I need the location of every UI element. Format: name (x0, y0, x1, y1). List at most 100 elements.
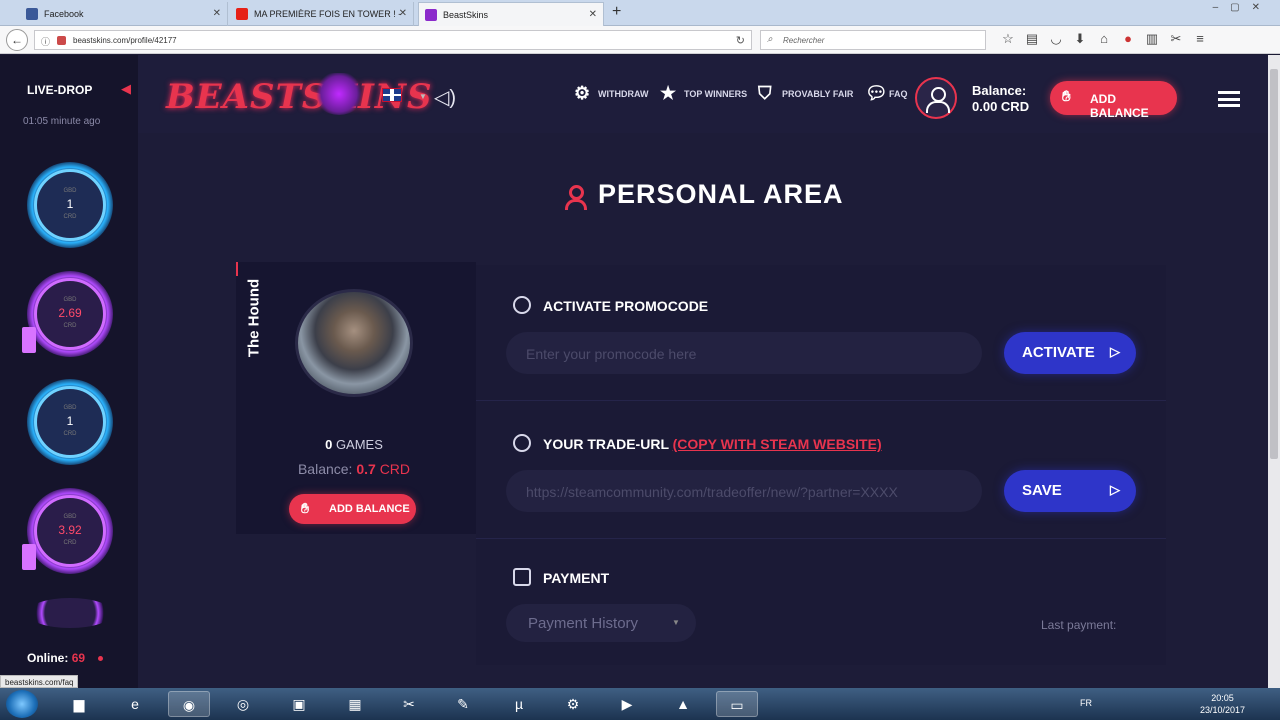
user-icon (564, 185, 587, 210)
balance-value: 0.00 CRD (972, 99, 1030, 114)
download-icon[interactable]: ⬇ (1068, 31, 1092, 47)
copy-steam-link[interactable]: (COPY WITH STEAM WEBSITE) (673, 436, 882, 452)
page-title: PERSONAL AREA (598, 179, 844, 209)
utorrent-icon[interactable]: µ (498, 691, 540, 717)
drop-item[interactable]: GBD 3.92 CRD (27, 488, 113, 574)
menu-top-winners[interactable]: ★ TOP WINNERS (660, 83, 747, 103)
gear-icon: ⚙ (574, 83, 591, 103)
beast-mask-icon (314, 73, 364, 115)
balance-label: Balance: (297, 461, 353, 477)
system-tray: FR (1080, 698, 1092, 708)
collapse-arrow-icon[interactable]: ◀ (121, 81, 131, 97)
online-count: 69 (71, 651, 86, 665)
start-button[interactable] (6, 690, 38, 718)
hamburger-menu-icon[interactable] (1218, 91, 1240, 107)
explorer-icon[interactable]: ▆ (58, 691, 100, 717)
menu-label: PROVABLY FAIR (782, 89, 854, 99)
toolbar-icons: ☆ ▤ ◡ ⬇ ⌂ ● ▥ ✂ ≡ (996, 31, 1212, 47)
profile-balance: Balance: 0.7 CRD (236, 461, 472, 477)
profile-add-balance-button[interactable]: ✋︎ ADD BALANCE (289, 494, 416, 524)
home-icon[interactable]: ⌂ (1092, 31, 1116, 46)
drop-item[interactable]: GBD 1 CRD (27, 162, 113, 248)
back-button[interactable]: ← (6, 29, 28, 51)
window-controls[interactable]: –▢✕ (1213, 2, 1272, 13)
address-bar[interactable]: ⓘ beastskins.com/profile/42177 ↻ (34, 30, 752, 50)
ie-icon[interactable]: e (114, 691, 156, 717)
tab-youtube[interactable]: MA PREMIÈRE FOIS EN TOWER ! - ✕ (230, 2, 414, 26)
tab-beastskins[interactable]: BeastSkins ✕ (418, 2, 604, 26)
snipping-icon[interactable]: ✂ (388, 691, 430, 717)
new-tab-button[interactable]: + (612, 3, 621, 21)
status-bar-url: beastskins.com/faq (0, 675, 79, 688)
menu-label: WITHDRAW (598, 89, 649, 99)
close-tab-icon[interactable]: ✕ (589, 9, 597, 20)
menu-faq[interactable]: 💬︎ FAQ (865, 83, 908, 103)
menu-withdraw[interactable]: ⚙ WITHDRAW (574, 83, 649, 103)
user-avatar-button[interactable] (915, 77, 957, 119)
activate-button[interactable]: ACTIVATE ▷ (1004, 332, 1136, 374)
close-tab-icon[interactable]: ✕ (213, 8, 221, 19)
paint-icon[interactable]: ✎ (442, 691, 484, 717)
uk-flag-icon[interactable] (382, 88, 402, 102)
profile-name: The Hound (242, 268, 266, 368)
chrome-icon[interactable]: ◎ (222, 691, 264, 717)
reading-list-icon[interactable]: ▤ (1020, 31, 1044, 47)
add-balance-button[interactable]: ✋︎ ADD BALANCE (1050, 81, 1177, 120)
search-icon: ⌕ (767, 34, 773, 45)
youtube-icon (236, 8, 248, 20)
online-counter: Online: 69 (27, 651, 104, 665)
browser-nav-bar: ← ⓘ beastskins.com/profile/42177 ↻ ⌕ Rec… (0, 26, 1280, 54)
promocode-heading: ACTIVATE PROMOCODE (543, 298, 709, 314)
menu-label: FAQ (889, 89, 908, 99)
pocket-icon[interactable]: ◡ (1044, 31, 1068, 47)
live-drop-title: LIVE-DROP (27, 83, 93, 97)
trade-url-input[interactable]: https://steamcommunity.com/tradeoffer/ne… (506, 470, 982, 512)
chat-icon: 💬︎ (865, 83, 888, 103)
promocode-input[interactable]: Enter your promocode here (506, 332, 982, 374)
info-icon[interactable]: ⓘ (41, 35, 50, 48)
chevron-down-icon[interactable]: ▼ (419, 92, 427, 101)
window-app-icon[interactable]: ▭ (716, 691, 758, 717)
menu-provably-fair[interactable]: ⛉ PROVABLY FAIR (758, 83, 854, 103)
payment-select-value: Payment History (528, 615, 639, 632)
sound-icon[interactable]: ◁) (434, 85, 456, 110)
clock[interactable]: 20:05 23/10/2017 (1200, 692, 1245, 716)
scrollbar-thumb[interactable] (1270, 69, 1278, 459)
drop-item[interactable]: GBD 1 CRD (27, 379, 113, 465)
drop-item[interactable]: GBD 2.69 CRD (27, 271, 113, 357)
online-dot-icon (98, 656, 104, 662)
reload-icon[interactable]: ↻ (736, 34, 745, 47)
games-label: GAMES (335, 437, 383, 452)
drop-label: GBD (63, 405, 77, 411)
play-icon: ▷ (1110, 344, 1120, 359)
payment-heading: PAYMENT (543, 570, 610, 586)
tab-facebook[interactable]: Facebook ✕ (20, 2, 228, 26)
save-button[interactable]: SAVE ▷ (1004, 470, 1136, 512)
app-icon[interactable]: ▣ (278, 691, 320, 717)
online-label: Online: (27, 651, 69, 665)
tab-title: MA PREMIÈRE FOIS EN TOWER ! - (254, 9, 402, 19)
bookmark-star-icon[interactable]: ☆ (996, 31, 1020, 47)
firefox-icon[interactable]: ◉ (168, 691, 210, 717)
adblock-icon[interactable]: ● (1116, 31, 1140, 46)
live-drop-time: 01:05 minute ago (23, 116, 101, 127)
language-indicator[interactable]: FR (1080, 698, 1092, 708)
media-player-icon[interactable]: ▶ (606, 691, 648, 717)
tools-icon[interactable]: ✂ (1164, 31, 1188, 47)
search-input[interactable]: ⌕ Rechercher (760, 30, 986, 50)
extension-icon[interactable]: ▥ (1140, 31, 1164, 47)
page-scrollbar[interactable] (1268, 55, 1280, 688)
steam-icon[interactable]: ⚙ (552, 691, 594, 717)
payment-history-select[interactable]: Payment History ▼ (506, 604, 696, 642)
web-page: LIVE-DROP ◀ 01:05 minute ago GBD 1 CRD G… (0, 55, 1280, 688)
hand-coin-icon: ✋︎ (1062, 88, 1071, 105)
drop-item-partial[interactable] (27, 598, 113, 628)
hand-coin-icon: ✋︎ (301, 500, 309, 516)
divider (476, 400, 1166, 401)
calculator-icon[interactable]: ▦ (334, 691, 376, 717)
drop-currency: CRD (63, 431, 77, 437)
close-tab-icon[interactable]: ✕ (399, 8, 407, 19)
menu-icon[interactable]: ≡ (1188, 31, 1212, 46)
tab-title: BeastSkins (443, 10, 489, 20)
vlc-icon[interactable]: ▲ (662, 691, 704, 717)
